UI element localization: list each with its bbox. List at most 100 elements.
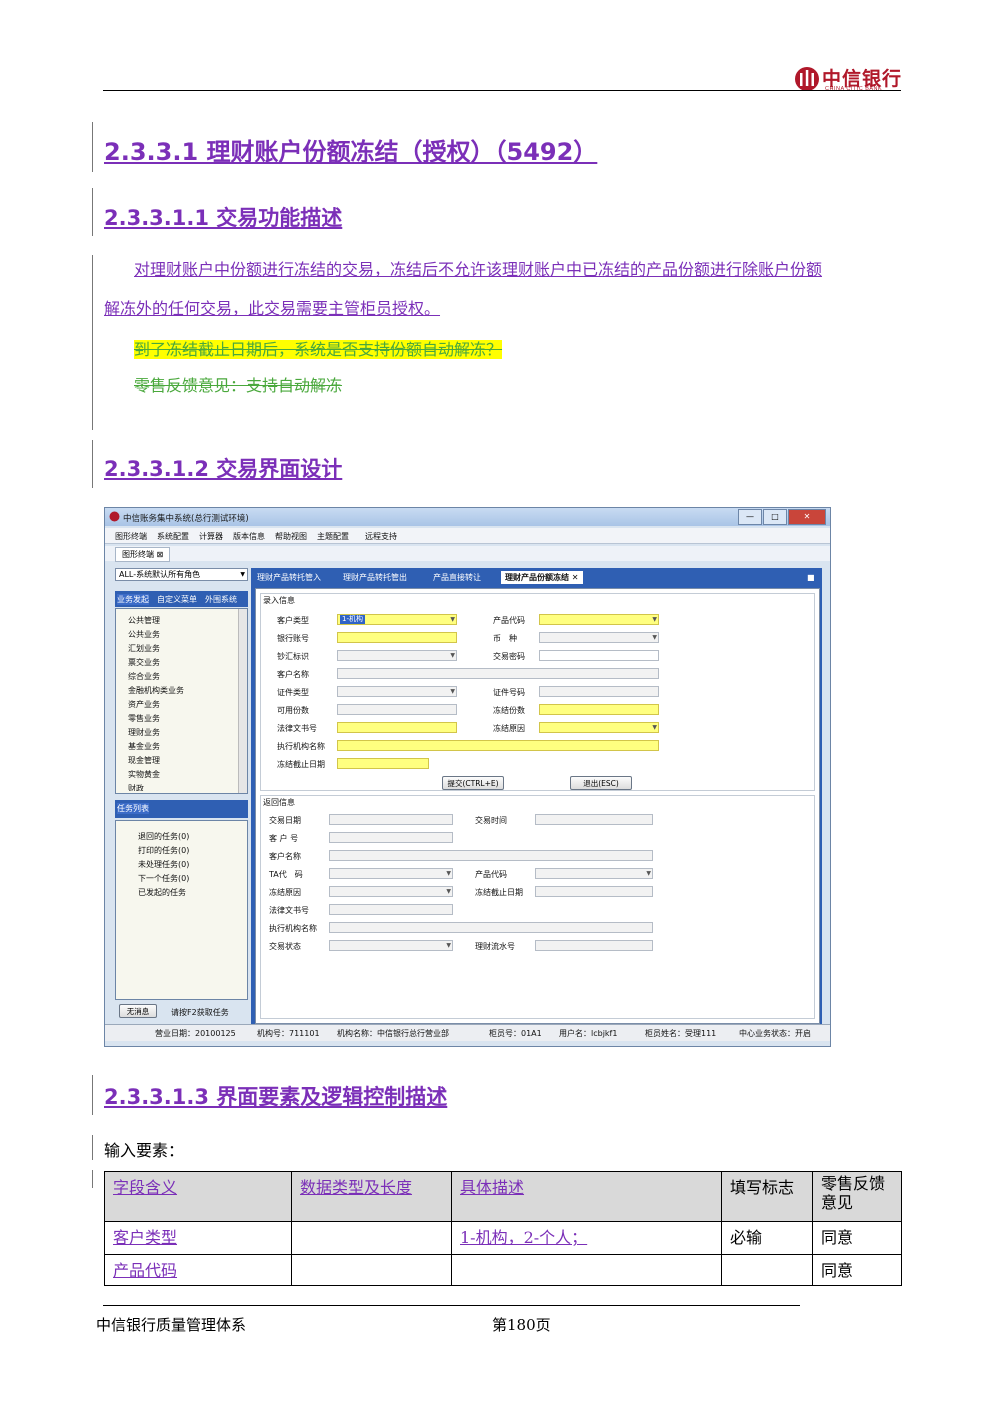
section-title: 2.3.3.1 理财账户份额冻结（授权）（5492） xyxy=(104,138,598,166)
tab-label: 图形终端 xyxy=(122,550,154,559)
business-tree: 公共管理 公共业务 汇划业务 票交业务 综合业务 金融机构类业务 资产业务 零售… xyxy=(115,608,248,794)
tab-terminal[interactable]: 图形终端 ⊠ xyxy=(115,547,171,562)
field-label: 冻结原因 xyxy=(269,888,301,897)
input-group-title: 录入信息 xyxy=(263,596,295,605)
table-header-cell: 零售反馈意见 xyxy=(812,1171,902,1222)
task-item[interactable]: 未处理任务(0) xyxy=(138,859,189,870)
feedback-note: 零售反馈意见：支持自动解冻 xyxy=(134,372,342,396)
field-label: 法律文书号 xyxy=(277,724,317,733)
executing-org-output xyxy=(329,922,653,933)
task-item[interactable]: 打印的任务(0) xyxy=(138,845,189,856)
freeze-reason-select[interactable]: ▼ xyxy=(539,722,659,733)
table-cell xyxy=(721,1254,813,1286)
customer-type-value: 1-机构 xyxy=(340,615,365,624)
chevron-down-icon: ▼ xyxy=(450,652,455,659)
field-label: 证件类型 xyxy=(277,688,309,697)
tree-item[interactable]: 公共业务 xyxy=(128,629,160,640)
revision-bar xyxy=(92,1135,93,1160)
tree-scrollbar[interactable] xyxy=(238,609,247,793)
field-label: 交易状态 xyxy=(269,942,301,951)
customer-type-select[interactable]: 1-机构 ▼ xyxy=(337,614,457,625)
id-number-input[interactable] xyxy=(539,686,659,697)
cash-remit-select[interactable]: ▼ xyxy=(337,650,457,661)
field-label: 客户名称 xyxy=(269,852,301,861)
tree-item[interactable]: 汇划业务 xyxy=(128,643,160,654)
table-cell: 同意 xyxy=(812,1221,902,1255)
menu-item[interactable]: 版本信息 xyxy=(233,531,265,542)
submit-button[interactable]: 提交(CTRL+E) xyxy=(442,776,504,790)
header-text: 填写标志 xyxy=(730,1178,795,1197)
input-elements-label: 输入要素： xyxy=(104,1141,185,1160)
currency-select[interactable]: ▼ xyxy=(539,632,659,643)
freeze-deadline-input[interactable] xyxy=(337,758,429,769)
field-label: 币 种 xyxy=(493,634,517,643)
chevron-down-icon: ▼ xyxy=(450,616,455,623)
available-shares-input[interactable] xyxy=(337,704,457,715)
menu-item[interactable]: 帮助视图 xyxy=(275,531,307,542)
tree-item[interactable]: 现金管理 xyxy=(128,755,160,766)
menu-item[interactable]: 主题配置 xyxy=(317,531,349,542)
field-label: 交易密码 xyxy=(493,652,525,661)
tab-business[interactable]: 业务发起 xyxy=(117,594,149,605)
revision-bar xyxy=(92,122,93,172)
task-item[interactable]: 下一个任务(0) xyxy=(138,873,189,884)
menu-item[interactable]: 远程支持 xyxy=(365,531,397,542)
tab-custom-menu[interactable]: 自定义菜单 xyxy=(157,594,197,605)
question-text: 到了冻结截止日期后，系统是否支持份额自动解冻？ xyxy=(134,340,503,359)
tree-item[interactable]: 零售业务 xyxy=(128,713,160,724)
tree-item[interactable]: 资产业务 xyxy=(128,699,160,710)
ta-code-output: ▼ xyxy=(329,868,453,879)
tab-transfer-in[interactable]: 理财产品转托管入 xyxy=(253,571,325,584)
tree-item[interactable]: 理财业务 xyxy=(128,727,160,738)
customer-name-input[interactable] xyxy=(337,668,659,679)
close-icon[interactable]: ✕ xyxy=(572,573,579,582)
tab-external[interactable]: 外围系统 xyxy=(205,594,237,605)
panel-menu-icon[interactable]: ■ xyxy=(803,571,819,584)
product-code-select[interactable]: ▼ xyxy=(539,614,659,625)
table-cell: 必输 xyxy=(721,1221,813,1255)
status-org-name: 机构名称：中信银行总行营业部 xyxy=(337,1029,449,1038)
app-menubar: 图形终端 系统配置 计算器 版本信息 帮助视图 主题配置 远程支持 xyxy=(105,528,830,544)
message-button[interactable]: 无消息 xyxy=(119,1004,157,1018)
task-item[interactable]: 退回的任务(0) xyxy=(138,831,189,842)
table-cell: 产品代码 xyxy=(104,1254,292,1286)
legal-doc-input[interactable] xyxy=(337,722,457,733)
tree-item[interactable]: 实物黄金 xyxy=(128,769,160,780)
description-line-2: 解冻外的任何交易，此交易需要主管柜员授权。 xyxy=(104,299,441,318)
executing-org-input[interactable] xyxy=(337,740,659,751)
password-input[interactable] xyxy=(539,650,659,661)
tree-item[interactable]: 金融机构类业务 xyxy=(128,685,184,696)
table-header-cell: 数据类型及长度 xyxy=(291,1171,452,1222)
menu-item[interactable]: 系统配置 xyxy=(157,531,189,542)
maximize-icon[interactable]: □ xyxy=(763,509,787,525)
account-number-input[interactable] xyxy=(337,632,457,643)
tab-direct-transfer[interactable]: 产品直接转让 xyxy=(429,571,485,584)
task-item[interactable]: 已发起的任务 xyxy=(138,887,186,898)
tree-item[interactable]: 综合业务 xyxy=(128,671,160,682)
freeze-shares-input[interactable] xyxy=(539,704,659,715)
id-type-select[interactable]: ▼ xyxy=(337,686,457,697)
tree-item[interactable]: 票交业务 xyxy=(128,657,160,668)
role-select[interactable]: ALL-系统默认所有角色 ▼ xyxy=(115,568,248,581)
close-icon[interactable]: ✕ xyxy=(788,509,826,525)
tree-item[interactable]: 基金业务 xyxy=(128,741,160,752)
tab-share-freeze[interactable]: 理财产品份额冻结 ✕ xyxy=(501,571,583,584)
tab-transfer-out[interactable]: 理财产品转托管出 xyxy=(339,571,411,584)
chevron-down-icon: ▼ xyxy=(652,616,657,623)
exit-button[interactable]: 退出(ESC) xyxy=(570,776,632,790)
status-center: 中心业务状态：开启 xyxy=(739,1029,811,1038)
chevron-down-icon: ▼ xyxy=(240,571,245,578)
tree-item[interactable]: 财政 xyxy=(128,783,144,791)
task-list-tab[interactable]: 任务列表 xyxy=(117,803,149,814)
menu-item[interactable]: 计算器 xyxy=(199,531,223,542)
tree-item[interactable]: 公共管理 xyxy=(128,615,160,626)
chevron-down-icon: ▼ xyxy=(652,634,657,641)
close-icon[interactable]: ⊠ xyxy=(157,550,164,559)
role-value: ALL-系统默认所有角色 xyxy=(119,570,201,579)
message-bar: 无消息 请按F2获取任务 xyxy=(115,1004,248,1018)
field-label: 银行账号 xyxy=(277,634,309,643)
menu-item[interactable]: 图形终端 xyxy=(115,531,147,542)
minimize-icon[interactable]: — xyxy=(738,509,762,525)
cell-text: 1-机构，2-个人； xyxy=(460,1228,588,1247)
subsection-title-ui: 2.3.3.1.2 交易界面设计 xyxy=(104,457,343,481)
